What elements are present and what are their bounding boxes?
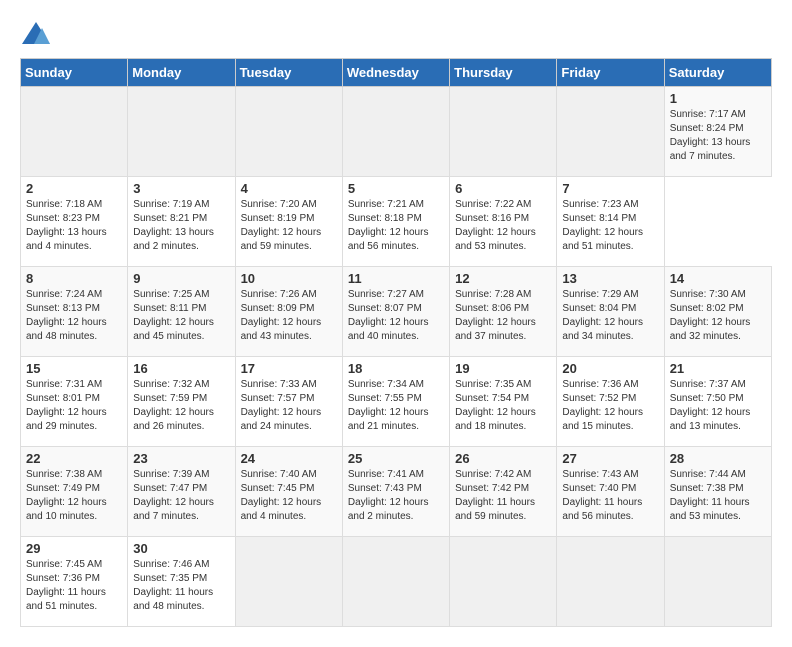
calendar-day-12: 12Sunrise: 7:28 AMSunset: 8:06 PMDayligh… [450, 267, 557, 357]
empty-cell [557, 537, 664, 627]
calendar-day-21: 21Sunrise: 7:37 AMSunset: 7:50 PMDayligh… [664, 357, 771, 447]
empty-cell [235, 537, 342, 627]
header-day-wednesday: Wednesday [342, 59, 449, 87]
calendar-day-19: 19Sunrise: 7:35 AMSunset: 7:54 PMDayligh… [450, 357, 557, 447]
calendar-week-6: 29Sunrise: 7:45 AMSunset: 7:36 PMDayligh… [21, 537, 772, 627]
calendar-day-1: 1Sunrise: 7:17 AMSunset: 8:24 PMDaylight… [664, 87, 771, 177]
calendar-day-3: 3Sunrise: 7:19 AMSunset: 8:21 PMDaylight… [128, 177, 235, 267]
empty-cell [342, 87, 449, 177]
empty-cell [557, 87, 664, 177]
empty-cell [664, 537, 771, 627]
header-day-sunday: Sunday [21, 59, 128, 87]
logo [20, 20, 56, 48]
calendar-day-6: 6Sunrise: 7:22 AMSunset: 8:16 PMDaylight… [450, 177, 557, 267]
calendar-header: SundayMondayTuesdayWednesdayThursdayFrid… [21, 59, 772, 87]
logo-icon [20, 20, 52, 48]
empty-cell [450, 87, 557, 177]
empty-cell [450, 537, 557, 627]
empty-cell [235, 87, 342, 177]
calendar-week-5: 22Sunrise: 7:38 AMSunset: 7:49 PMDayligh… [21, 447, 772, 537]
header-day-saturday: Saturday [664, 59, 771, 87]
calendar-day-11: 11Sunrise: 7:27 AMSunset: 8:07 PMDayligh… [342, 267, 449, 357]
calendar-week-3: 8Sunrise: 7:24 AMSunset: 8:13 PMDaylight… [21, 267, 772, 357]
calendar-day-5: 5Sunrise: 7:21 AMSunset: 8:18 PMDaylight… [342, 177, 449, 267]
calendar-day-29: 29Sunrise: 7:45 AMSunset: 7:36 PMDayligh… [21, 537, 128, 627]
calendar-day-2: 2Sunrise: 7:18 AMSunset: 8:23 PMDaylight… [21, 177, 128, 267]
calendar-day-27: 27Sunrise: 7:43 AMSunset: 7:40 PMDayligh… [557, 447, 664, 537]
calendar-body: 1Sunrise: 7:17 AMSunset: 8:24 PMDaylight… [21, 87, 772, 627]
calendar-day-22: 22Sunrise: 7:38 AMSunset: 7:49 PMDayligh… [21, 447, 128, 537]
calendar-day-28: 28Sunrise: 7:44 AMSunset: 7:38 PMDayligh… [664, 447, 771, 537]
calendar-day-9: 9Sunrise: 7:25 AMSunset: 8:11 PMDaylight… [128, 267, 235, 357]
empty-cell [21, 87, 128, 177]
calendar-day-8: 8Sunrise: 7:24 AMSunset: 8:13 PMDaylight… [21, 267, 128, 357]
calendar-day-25: 25Sunrise: 7:41 AMSunset: 7:43 PMDayligh… [342, 447, 449, 537]
calendar-day-18: 18Sunrise: 7:34 AMSunset: 7:55 PMDayligh… [342, 357, 449, 447]
calendar-day-17: 17Sunrise: 7:33 AMSunset: 7:57 PMDayligh… [235, 357, 342, 447]
header-row: SundayMondayTuesdayWednesdayThursdayFrid… [21, 59, 772, 87]
calendar-day-15: 15Sunrise: 7:31 AMSunset: 8:01 PMDayligh… [21, 357, 128, 447]
header-day-monday: Monday [128, 59, 235, 87]
header-day-thursday: Thursday [450, 59, 557, 87]
calendar-day-14: 14Sunrise: 7:30 AMSunset: 8:02 PMDayligh… [664, 267, 771, 357]
calendar-day-30: 30Sunrise: 7:46 AMSunset: 7:35 PMDayligh… [128, 537, 235, 627]
calendar-day-7: 7Sunrise: 7:23 AMSunset: 8:14 PMDaylight… [557, 177, 664, 267]
calendar-table: SundayMondayTuesdayWednesdayThursdayFrid… [20, 58, 772, 627]
calendar-day-4: 4Sunrise: 7:20 AMSunset: 8:19 PMDaylight… [235, 177, 342, 267]
header-day-tuesday: Tuesday [235, 59, 342, 87]
page-header [20, 20, 772, 48]
calendar-day-24: 24Sunrise: 7:40 AMSunset: 7:45 PMDayligh… [235, 447, 342, 537]
calendar-day-20: 20Sunrise: 7:36 AMSunset: 7:52 PMDayligh… [557, 357, 664, 447]
calendar-day-16: 16Sunrise: 7:32 AMSunset: 7:59 PMDayligh… [128, 357, 235, 447]
empty-cell [128, 87, 235, 177]
empty-cell [342, 537, 449, 627]
calendar-day-13: 13Sunrise: 7:29 AMSunset: 8:04 PMDayligh… [557, 267, 664, 357]
calendar-week-2: 2Sunrise: 7:18 AMSunset: 8:23 PMDaylight… [21, 177, 772, 267]
calendar-week-4: 15Sunrise: 7:31 AMSunset: 8:01 PMDayligh… [21, 357, 772, 447]
calendar-week-1: 1Sunrise: 7:17 AMSunset: 8:24 PMDaylight… [21, 87, 772, 177]
calendar-day-10: 10Sunrise: 7:26 AMSunset: 8:09 PMDayligh… [235, 267, 342, 357]
header-day-friday: Friday [557, 59, 664, 87]
calendar-day-26: 26Sunrise: 7:42 AMSunset: 7:42 PMDayligh… [450, 447, 557, 537]
calendar-day-23: 23Sunrise: 7:39 AMSunset: 7:47 PMDayligh… [128, 447, 235, 537]
